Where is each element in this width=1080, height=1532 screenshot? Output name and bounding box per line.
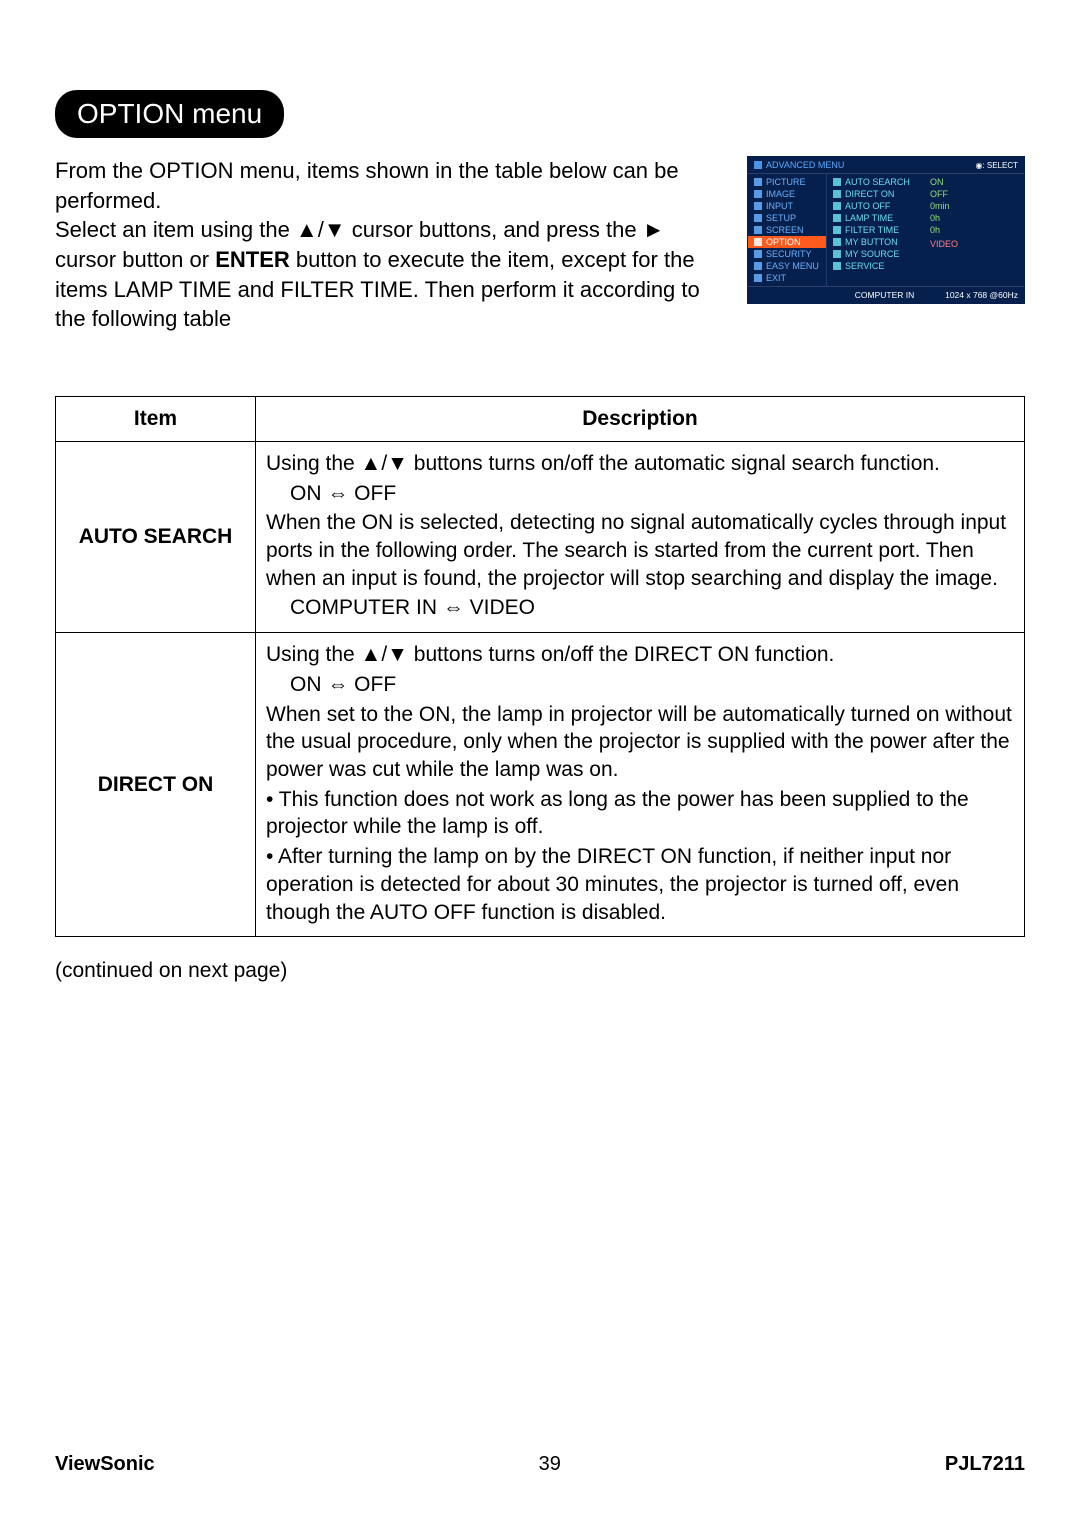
page-footer: ViewSonic 39 PJL7211: [55, 1453, 1025, 1476]
osd-footer: COMPUTER IN 1024 x 768 @60Hz: [748, 286, 1024, 303]
osd-left-item: INPUT: [748, 200, 826, 212]
desc-line: When the ON is selected, detecting no si…: [266, 509, 1014, 592]
desc-line: Using the ▲/▼ buttons turns on/off the a…: [266, 450, 1014, 478]
dot-icon: [754, 190, 762, 198]
desc-cell-auto-search: Using the ▲/▼ buttons turns on/off the a…: [256, 441, 1025, 632]
osd-left-item: PICTURE: [748, 176, 826, 188]
dot-icon: [833, 238, 841, 246]
footer-model: PJL7211: [945, 1453, 1025, 1476]
intro-text: From the OPTION menu, items shown in the…: [55, 156, 719, 334]
dot-icon: [754, 238, 762, 246]
table-row: AUTO SEARCH Using the ▲/▼ buttons turns …: [56, 441, 1025, 632]
osd-footer-resolution: 1024 x 768 @60Hz: [945, 290, 1018, 300]
dot-icon: [754, 274, 762, 282]
desc-cell-direct-on: Using the ▲/▼ buttons turns on/off the D…: [256, 633, 1025, 937]
osd-left-item: EXIT: [748, 272, 826, 284]
osd-footer-source: COMPUTER IN: [824, 290, 945, 300]
dot-icon: [754, 226, 762, 234]
osd-left-column: PICTURE IMAGE INPUT SETUP SCREEN OPTION …: [748, 174, 826, 286]
osd-left-item: SCREEN: [748, 224, 826, 236]
osd-mid-item: LAMP TIME: [827, 212, 924, 224]
osd-mid-item: SERVICE: [827, 260, 924, 272]
osd-header: ADVANCED MENU ◉: SELECT: [748, 157, 1024, 174]
dot-icon: [833, 190, 841, 198]
osd-value: OFF: [924, 188, 1024, 200]
option-table: Item Description AUTO SEARCH Using the ▲…: [55, 396, 1025, 937]
osd-right-column: ON OFF 0min 0h 0h VIDEO: [924, 174, 1024, 286]
osd-mid-item: FILTER TIME: [827, 224, 924, 236]
osd-left-item: IMAGE: [748, 188, 826, 200]
dot-icon: [833, 262, 841, 270]
osd-mid-column: AUTO SEARCH DIRECT ON AUTO OFF LAMP TIME…: [826, 174, 924, 286]
osd-value: 0h: [924, 212, 1024, 224]
osd-left-item: SECURITY: [748, 248, 826, 260]
table-row: DIRECT ON Using the ▲/▼ buttons turns on…: [56, 633, 1025, 937]
osd-left-item: EASY MENU: [748, 260, 826, 272]
dot-icon: [754, 262, 762, 270]
osd-mid-item: DIRECT ON: [827, 188, 924, 200]
osd-mid-item: AUTO SEARCH: [827, 176, 924, 188]
desc-line: When set to the ON, the lamp in projecto…: [266, 701, 1014, 784]
osd-value: 0min: [924, 200, 1024, 212]
osd-columns: PICTURE IMAGE INPUT SETUP SCREEN OPTION …: [748, 174, 1024, 286]
dot-icon: [833, 202, 841, 210]
table-head-desc: Description: [256, 397, 1025, 442]
footer-brand: ViewSonic: [55, 1453, 155, 1476]
dot-icon: [754, 202, 762, 210]
dot-icon: [833, 178, 841, 186]
osd-select-label: ◉: SELECT: [975, 161, 1018, 170]
desc-line: • This function does not work as long as…: [266, 786, 1014, 841]
dot-icon: [833, 250, 841, 258]
desc-line: • After turning the lamp on by the DIREC…: [266, 843, 1014, 926]
continued-note: (continued on next page): [55, 959, 1025, 983]
page-title: OPTION menu: [55, 90, 284, 138]
osd-value: VIDEO: [924, 238, 1024, 250]
osd-value: [924, 250, 1024, 252]
desc-line: Using the ▲/▼ buttons turns on/off the D…: [266, 641, 1014, 669]
desc-line: ON ⇔ OFF: [290, 480, 1014, 508]
dot-icon: [754, 214, 762, 222]
item-cell-direct-on: DIRECT ON: [56, 633, 256, 937]
dot-icon: [833, 226, 841, 234]
osd-mid-item: MY SOURCE: [827, 248, 924, 260]
osd-mid-item: AUTO OFF: [827, 200, 924, 212]
desc-line: ON ⇔ OFF: [290, 671, 1014, 699]
desc-line: COMPUTER IN ⇔ VIDEO: [290, 594, 1014, 622]
osd-value: ON: [924, 176, 1024, 188]
dot-icon: [754, 178, 762, 186]
item-cell-auto-search: AUTO SEARCH: [56, 441, 256, 632]
osd-value: 0h: [924, 224, 1024, 236]
dot-icon: [754, 250, 762, 258]
intro-row: From the OPTION menu, items shown in the…: [55, 156, 1025, 334]
table-head-item: Item: [56, 397, 256, 442]
osd-menu-screenshot: ADVANCED MENU ◉: SELECT PICTURE IMAGE IN…: [747, 156, 1025, 304]
osd-mid-item: MY BUTTON: [827, 236, 924, 248]
dot-icon: [833, 214, 841, 222]
osd-left-item: SETUP: [748, 212, 826, 224]
osd-left-item-selected: OPTION: [748, 236, 826, 248]
footer-page-number: 39: [539, 1453, 561, 1476]
menu-icon: [754, 161, 762, 169]
osd-header-title: ADVANCED MENU: [766, 160, 844, 170]
